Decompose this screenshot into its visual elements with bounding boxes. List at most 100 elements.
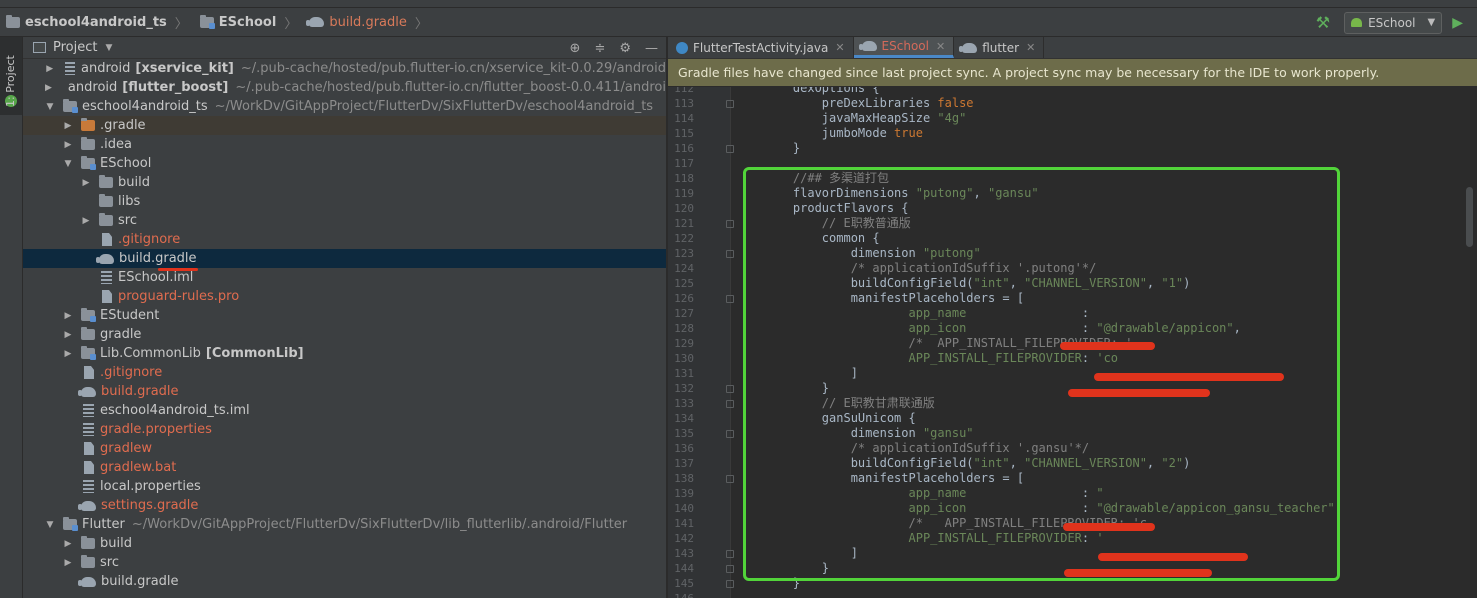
fold-marker-icon[interactable] (726, 145, 734, 153)
breadcrumb-file[interactable]: build.gradle 〉 (303, 8, 434, 36)
expand-arrow-right-icon[interactable]: ▶ (63, 311, 73, 321)
properties-file-icon (83, 404, 94, 417)
run-icon[interactable]: ▶ (1452, 15, 1463, 31)
editor-scrollbar[interactable] (1466, 187, 1473, 247)
tree-item[interactable]: ▶ gradle (23, 325, 666, 344)
editor-tab[interactable]: FlutterTestActivity.java ✕ (668, 37, 854, 58)
expand-arrow-right-icon[interactable]: ▶ (63, 558, 73, 568)
tree-item[interactable]: gradlew (23, 439, 666, 458)
line-number: 131 (674, 367, 694, 380)
folder-icon (81, 137, 95, 150)
breadcrumb-project[interactable]: eschool4android_ts 〉 (0, 8, 194, 36)
tree-item[interactable]: ▶ .gradle (23, 116, 666, 135)
tree-item[interactable]: ▶ src (23, 553, 666, 572)
fold-marker-icon[interactable] (726, 430, 734, 438)
locate-file-icon[interactable]: ⊕ (570, 41, 581, 56)
editor-tab[interactable]: flutter ✕ (954, 37, 1045, 58)
tree-item[interactable]: local.properties (23, 477, 666, 496)
fold-marker-icon[interactable] (726, 475, 734, 483)
gear-icon[interactable]: ⚙ (619, 41, 631, 56)
build-hammer-icon[interactable]: ⚒ (1316, 13, 1330, 32)
expand-arrow-right-icon[interactable]: ▶ (63, 330, 73, 340)
run-configuration-select[interactable]: ESchool ▼ (1344, 11, 1443, 34)
project-tool-tab-label: 1: Project (4, 55, 17, 107)
fold-marker-icon[interactable] (726, 385, 734, 393)
expand-arrow-right-icon[interactable]: ▶ (63, 140, 73, 150)
title-bar (0, 0, 1477, 8)
tree-item[interactable]: ▶ build (23, 534, 666, 553)
tree-item[interactable]: gradlew.bat (23, 458, 666, 477)
tree-item[interactable]: ▶ build (23, 173, 666, 192)
tree-item-label: ESchool (100, 156, 152, 171)
tree-item[interactable]: ▶ Lib.CommonLib [CommonLib] (23, 344, 666, 363)
fold-marker-icon[interactable] (726, 220, 734, 228)
expand-arrow-right-icon[interactable]: ▶ (63, 539, 73, 549)
line-number: 128 (674, 322, 694, 335)
fold-marker-icon[interactable] (726, 100, 734, 108)
navigation-bar: eschool4android_ts 〉 ESchool 〉 build.gra… (0, 8, 1477, 37)
tree-item[interactable]: eschool4android_ts.iml (23, 401, 666, 420)
tree-item-label: gradlew.bat (100, 460, 177, 475)
tree-item-label: ESchool.iml (118, 270, 194, 285)
tree-item[interactable]: gradle.properties (23, 420, 666, 439)
hide-panel-icon[interactable]: — (645, 41, 658, 56)
line-number: 124 (674, 262, 694, 275)
tree-item-label: .gitignore (118, 232, 181, 247)
line-number: 127 (674, 307, 694, 320)
tree-item[interactable]: settings.gradle (23, 496, 666, 515)
tree-item-label: .idea (100, 137, 132, 152)
tree-item[interactable]: ▶ .idea (23, 135, 666, 154)
expand-arrow-right-icon[interactable]: ▶ (81, 178, 91, 188)
tree-item[interactable]: ▼ Flutter ~/WorkDv/GitAppProject/FlutterDv… (23, 515, 666, 534)
folder-icon (81, 327, 95, 340)
project-view-select[interactable]: Project (53, 40, 97, 55)
breadcrumb-separator: 〉 (174, 16, 188, 32)
expand-arrow-down-icon[interactable]: ▼ (63, 159, 73, 169)
collapse-all-icon[interactable]: ≑ (594, 41, 605, 56)
tree-item[interactable]: proguard-rules.pro (23, 287, 666, 306)
expand-arrow-down-icon[interactable]: ▼ (45, 102, 55, 112)
tree-item[interactable]: ESchool.iml (23, 268, 666, 287)
tree-item[interactable]: .gitignore (23, 363, 666, 382)
project-tool-tab[interactable]: 1: Project (0, 37, 22, 115)
fold-marker-icon[interactable] (726, 295, 734, 303)
fold-marker-icon[interactable] (726, 565, 734, 573)
tree-item[interactable]: .gitignore (23, 230, 666, 249)
tree-item-label: build (118, 175, 150, 190)
fold-marker-icon[interactable] (726, 250, 734, 258)
gradle-icon (78, 576, 96, 587)
gradle-icon (78, 386, 96, 397)
code-text: javaMaxHeapSize "4g" (764, 111, 967, 125)
fold-marker-icon[interactable] (726, 400, 734, 408)
tree-item[interactable]: ▶ EStudent (23, 306, 666, 325)
expand-arrow-right-icon[interactable]: ▶ (63, 121, 73, 131)
tree-item[interactable]: ▶ android [flutter_boost] ~/.pub-cache/host… (23, 78, 666, 97)
close-icon[interactable]: ✕ (1026, 41, 1035, 54)
tree-item-label: settings.gradle (101, 498, 199, 513)
close-icon[interactable]: ✕ (835, 41, 844, 54)
tree-item[interactable]: build.gradle (23, 249, 666, 268)
expand-arrow-down-icon[interactable]: ▼ (45, 520, 55, 530)
tree-item[interactable]: ▶ android [xservice_kit] ~/.pub-cache/hoste… (23, 59, 666, 78)
fold-marker-icon[interactable] (726, 550, 734, 558)
tree-item-path: ~/.pub-cache/hosted/pub.flutter-io.cn/fl… (235, 80, 667, 95)
close-icon[interactable]: ✕ (936, 40, 945, 53)
tree-item-label: eschool4android_ts.iml (100, 403, 250, 418)
expand-arrow-right-icon[interactable]: ▶ (81, 216, 91, 226)
breadcrumb-module[interactable]: ESchool 〉 (194, 8, 304, 36)
tree-item[interactable]: ▼ ESchool (23, 154, 666, 173)
fold-marker-icon[interactable] (726, 580, 734, 588)
left-tool-strip: 1: Project ures (0, 37, 23, 598)
tree-item[interactable]: build.gradle (23, 572, 666, 591)
line-number: 130 (674, 352, 694, 365)
tree-item[interactable]: ▼ eschool4android_ts ~/WorkDv/GitAppProjec… (23, 97, 666, 116)
expand-arrow-right-icon[interactable]: ▶ (45, 64, 55, 74)
tree-item[interactable]: ▶ src (23, 211, 666, 230)
expand-arrow-right-icon[interactable]: ▶ (63, 349, 73, 359)
editor-tab[interactable]: ESchool ✕ (853, 37, 955, 58)
tree-item[interactable]: build.gradle (23, 382, 666, 401)
expand-arrow-right-icon[interactable]: ▶ (45, 83, 52, 93)
tree-item[interactable]: libs (23, 192, 666, 211)
code-line: 114 javaMaxHeapSize "4g" (668, 111, 1477, 126)
chevron-down-icon[interactable]: ▼ (105, 43, 112, 53)
